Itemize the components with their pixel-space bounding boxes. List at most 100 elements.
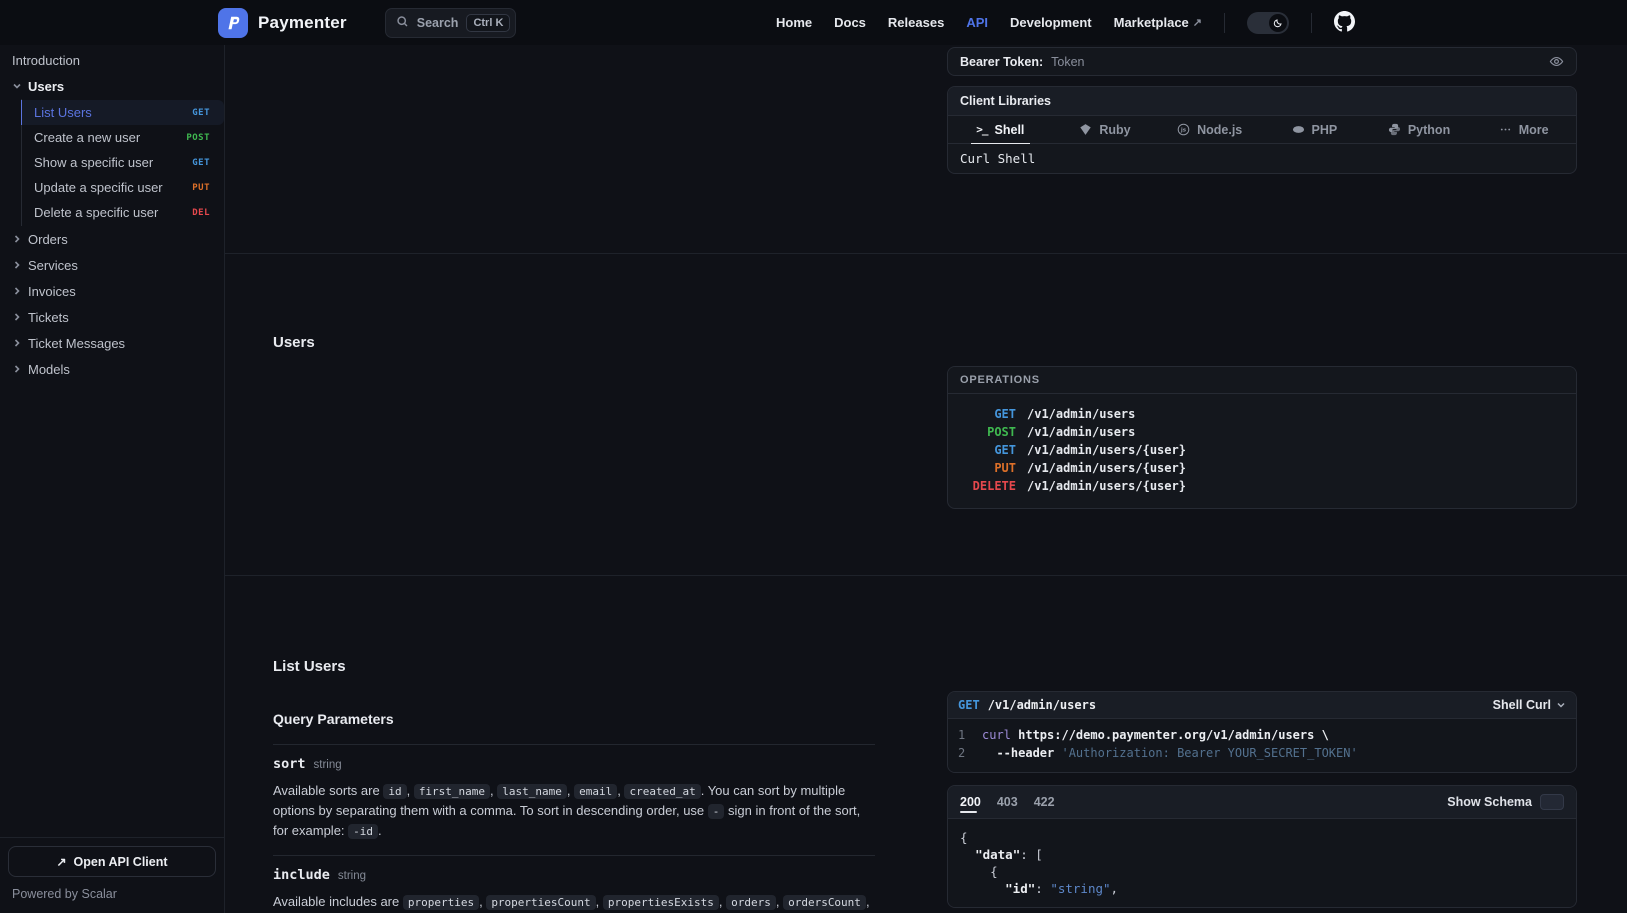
- sidebar-users-children: List Users GET Create a new user POST Sh…: [21, 99, 224, 226]
- sidebar-group-services[interactable]: Services: [0, 252, 224, 278]
- sidebar-footer: ↗ Open API Client Powered by Scalar: [0, 837, 224, 913]
- sidebar-group-tickets[interactable]: Tickets: [0, 304, 224, 330]
- param-row-include: include string Available includes are pr…: [273, 856, 875, 913]
- tab-python[interactable]: Python: [1367, 116, 1472, 143]
- method-badge: POST: [186, 133, 210, 143]
- open-api-client-button[interactable]: ↗ Open API Client: [8, 846, 216, 877]
- list-users-title: List Users: [273, 658, 875, 675]
- nav-link-api[interactable]: API: [966, 15, 988, 30]
- method-badge: DELETE: [960, 477, 1016, 495]
- operation-path: /v1/admin/users: [1027, 405, 1135, 423]
- search-shortcut: Ctrl K: [466, 14, 510, 32]
- bearer-token-card: Bearer Token:: [947, 47, 1577, 76]
- method-badge: PUT: [192, 183, 210, 193]
- chevron-right-icon: [12, 286, 22, 296]
- code-line: {: [960, 863, 1564, 880]
- nav-links: Home Docs Releases API Development Marke…: [776, 11, 1355, 35]
- request-code-block[interactable]: 1 curl https://demo.paymenter.org/v1/adm…: [948, 719, 1576, 772]
- operation-row[interactable]: GET /v1/admin/users: [960, 405, 1564, 423]
- sidebar-item-delete-user[interactable]: Delete a specific user DEL: [22, 200, 224, 225]
- nav-link-development[interactable]: Development: [1010, 15, 1092, 30]
- param-row-sort: sort string Available sorts are id, firs…: [273, 745, 875, 856]
- line-number: 2: [958, 745, 972, 763]
- operation-path: /v1/admin/users/{user}: [1027, 441, 1186, 459]
- bearer-token-input[interactable]: [1051, 55, 1549, 69]
- nav-link-home[interactable]: Home: [776, 15, 812, 30]
- sidebar-group-invoices[interactable]: Invoices: [0, 278, 224, 304]
- svg-text:js: js: [1180, 128, 1187, 134]
- sidebar-group-ticket-messages[interactable]: Ticket Messages: [0, 330, 224, 356]
- sidebar-group-models[interactable]: Models: [0, 356, 224, 382]
- show-schema-toggle[interactable]: [1540, 794, 1564, 810]
- section-list-users: List Users Query Parameters sort string …: [225, 575, 1627, 913]
- response-code-block[interactable]: { "data": [ { "id": "string",: [948, 819, 1576, 907]
- external-link-icon: ↗: [56, 855, 66, 869]
- param-name: sort: [273, 756, 306, 772]
- sidebar-item-list-users[interactable]: List Users GET: [22, 100, 224, 125]
- method-badge: GET: [960, 441, 1016, 459]
- sidebar: Introduction Users List Users GET Create…: [0, 45, 225, 913]
- operations-card: OPERATIONS GET /v1/admin/users POST /v1/…: [947, 366, 1577, 509]
- divider: [1311, 13, 1312, 33]
- language-selector[interactable]: Shell Curl: [1493, 698, 1566, 712]
- moon-icon: [1269, 14, 1287, 32]
- chevron-right-icon: [12, 234, 22, 244]
- tab-ruby[interactable]: Ruby: [1053, 116, 1158, 143]
- powered-by-scalar[interactable]: Powered by Scalar: [8, 877, 216, 905]
- external-link-icon: ↗: [1193, 16, 1202, 29]
- sidebar-group-users[interactable]: Users: [0, 73, 224, 99]
- param-description: Available includes are properties, prope…: [273, 892, 875, 913]
- nav-link-marketplace[interactable]: Marketplace ↗: [1114, 15, 1202, 30]
- sidebar-item-introduction[interactable]: Introduction: [0, 47, 224, 73]
- eye-icon[interactable]: [1549, 54, 1564, 69]
- code-line: "data": [: [960, 846, 1564, 863]
- sidebar-item-update-user[interactable]: Update a specific user PUT: [22, 175, 224, 200]
- top-navbar: Paymenter Search Ctrl K Home Docs Releas…: [0, 0, 1627, 45]
- method-badge: DEL: [192, 208, 210, 218]
- main-content: Bearer Token: Client Libraries >_ Shell: [225, 45, 1627, 913]
- tab-php[interactable]: PHP: [1262, 116, 1367, 143]
- search-icon: [396, 15, 409, 31]
- tab-status-422[interactable]: 422: [1034, 795, 1055, 817]
- chevron-down-icon: [1556, 700, 1566, 710]
- operations-title: OPERATIONS: [948, 367, 1576, 394]
- client-libraries-title: Client Libraries: [948, 87, 1576, 116]
- code-line: --header 'Authorization: Bearer YOUR_SEC…: [982, 745, 1358, 763]
- method-badge: GET: [192, 108, 210, 118]
- query-parameters-title: Query Parameters: [273, 711, 875, 745]
- sidebar-item-show-user[interactable]: Show a specific user GET: [22, 150, 224, 175]
- section-users: Users OPERATIONS GET /v1/admin/users POS…: [225, 253, 1627, 575]
- brand-name: Paymenter: [258, 13, 347, 33]
- operation-path: /v1/admin/users/{user}: [1027, 477, 1186, 495]
- tab-status-200[interactable]: 200: [960, 795, 981, 817]
- search-label: Search: [417, 16, 459, 30]
- sidebar-group-orders[interactable]: Orders: [0, 226, 224, 252]
- tab-shell[interactable]: >_ Shell: [948, 116, 1053, 143]
- chevron-right-icon: [12, 312, 22, 322]
- nav-link-releases[interactable]: Releases: [888, 15, 944, 30]
- nodejs-icon: js: [1177, 123, 1190, 136]
- method-badge: GET: [960, 405, 1016, 423]
- response-example-card: 200 403 422 Show Schema { "data": [ {: [947, 785, 1577, 908]
- method-badge: PUT: [960, 459, 1016, 477]
- param-name: include: [273, 867, 330, 883]
- brand[interactable]: Paymenter: [218, 8, 347, 38]
- tab-more[interactable]: More: [1471, 116, 1576, 143]
- method-badge: POST: [960, 423, 1016, 441]
- sidebar-item-create-user[interactable]: Create a new user POST: [22, 125, 224, 150]
- param-type: string: [338, 870, 366, 882]
- operation-row[interactable]: POST /v1/admin/users: [960, 423, 1564, 441]
- show-schema-label: Show Schema: [1447, 795, 1532, 809]
- search-input[interactable]: Search Ctrl K: [385, 8, 517, 38]
- operation-row[interactable]: GET /v1/admin/users/{user}: [960, 441, 1564, 459]
- param-description: Available sorts are id, first_name, last…: [273, 781, 875, 841]
- theme-toggle[interactable]: [1247, 12, 1289, 34]
- operation-row[interactable]: DELETE /v1/admin/users/{user}: [960, 477, 1564, 495]
- paymenter-logo-icon: [218, 8, 248, 38]
- nav-link-docs[interactable]: Docs: [834, 15, 866, 30]
- tab-nodejs[interactable]: js Node.js: [1157, 116, 1262, 143]
- tab-status-403[interactable]: 403: [997, 795, 1018, 817]
- method-badge: GET: [958, 698, 980, 712]
- github-icon[interactable]: [1334, 11, 1355, 35]
- operation-row[interactable]: PUT /v1/admin/users/{user}: [960, 459, 1564, 477]
